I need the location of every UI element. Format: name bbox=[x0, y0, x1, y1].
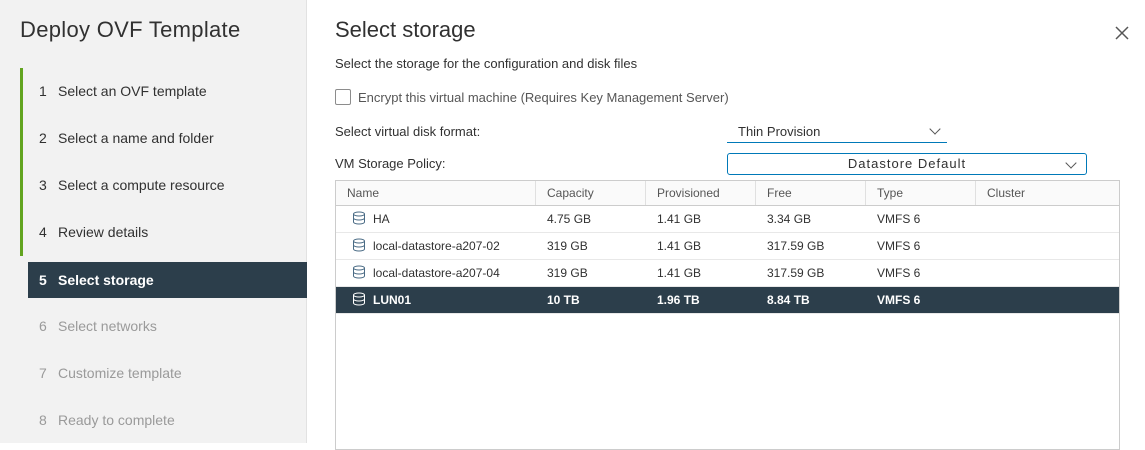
wizard-step-select-name-folder[interactable]: 2 Select a name and folder bbox=[20, 115, 307, 162]
datastore-grid: Name Capacity Provisioned Free Type Clus… bbox=[335, 180, 1120, 450]
cell-cluster bbox=[976, 206, 1121, 232]
step-number: 1 bbox=[39, 83, 47, 99]
step-label: Select a compute resource bbox=[58, 177, 225, 193]
cell-free: 3.34 GB bbox=[767, 212, 812, 226]
close-button[interactable] bbox=[1113, 24, 1131, 42]
step-number: 3 bbox=[39, 177, 47, 193]
cell-name: local-datastore-a207-02 bbox=[336, 233, 536, 259]
step-label: Review details bbox=[58, 224, 149, 240]
cell-name: LUN01 bbox=[336, 287, 536, 313]
cell-free: 8.84 TB bbox=[767, 293, 810, 307]
cell-type: VMFS 6 bbox=[877, 212, 921, 226]
cell-free: 317.59 GB bbox=[767, 266, 825, 280]
wizard-step-select-ovf-template[interactable]: 1 Select an OVF template bbox=[20, 68, 307, 115]
step-label: Select an OVF template bbox=[58, 83, 207, 99]
encrypt-vm-label: Encrypt this virtual machine (Requires K… bbox=[358, 90, 729, 105]
cell-capacity: 10 TB bbox=[547, 293, 580, 307]
datastore-icon bbox=[353, 265, 365, 279]
cell-provisioned: 1.41 GB bbox=[657, 239, 702, 253]
wizard-step-select-compute-resource[interactable]: 3 Select a compute resource bbox=[20, 162, 307, 209]
cell-name: HA bbox=[336, 206, 536, 232]
page-title: Select storage bbox=[335, 17, 476, 42]
step-number: 2 bbox=[39, 130, 47, 146]
cell-provisioned: 1.96 TB bbox=[657, 293, 700, 307]
encrypt-vm-checkbox[interactable] bbox=[335, 89, 351, 105]
cell-free: 317.59 GB bbox=[767, 239, 825, 253]
column-header-provisioned[interactable]: Provisioned bbox=[646, 181, 756, 205]
wizard-step-select-storage[interactable]: 5 Select storage bbox=[28, 262, 307, 298]
column-header-cluster[interactable]: Cluster bbox=[976, 181, 1121, 205]
step-label: Select storage bbox=[58, 272, 154, 288]
wizard-step-review-details[interactable]: 4 Review details bbox=[20, 209, 307, 256]
step-label: Customize template bbox=[58, 365, 182, 381]
datastore-name: local-datastore-a207-02 bbox=[373, 239, 500, 253]
step-number: 5 bbox=[39, 272, 47, 288]
step-number: 8 bbox=[39, 412, 47, 428]
table-row[interactable]: local-datastore-a207-04 319 GB 1.41 GB 3… bbox=[336, 260, 1119, 287]
cell-name: local-datastore-a207-04 bbox=[336, 260, 536, 286]
column-header-capacity[interactable]: Capacity bbox=[536, 181, 646, 205]
disk-format-select[interactable]: Thin Provision bbox=[727, 122, 947, 143]
wizard-sidebar: Deploy OVF Template 1 Select an OVF templ… bbox=[0, 0, 307, 443]
step-number: 7 bbox=[39, 365, 47, 381]
cell-cluster bbox=[976, 260, 1121, 286]
cell-cluster bbox=[976, 233, 1121, 259]
column-header-free[interactable]: Free bbox=[756, 181, 866, 205]
datastore-icon bbox=[353, 292, 365, 306]
step-number: 6 bbox=[39, 318, 47, 334]
cell-capacity: 319 GB bbox=[547, 239, 588, 253]
page-subtitle: Select the storage for the configuration… bbox=[335, 56, 638, 71]
chevron-down-icon bbox=[1065, 157, 1077, 169]
storage-policy-value: Datastore Default bbox=[847, 156, 967, 171]
main-panel: Select storage Select the storage for th… bbox=[307, 0, 1145, 450]
column-header-name[interactable]: Name bbox=[336, 181, 536, 205]
disk-format-value: Thin Provision bbox=[738, 124, 821, 139]
cell-type: VMFS 6 bbox=[877, 293, 921, 307]
wizard-title: Deploy OVF Template bbox=[20, 17, 241, 42]
cell-type: VMFS 6 bbox=[877, 239, 921, 253]
cell-capacity: 4.75 GB bbox=[547, 212, 592, 226]
cell-provisioned: 1.41 GB bbox=[657, 266, 702, 280]
wizard-step-select-networks: 6 Select networks bbox=[20, 303, 307, 350]
cell-cluster bbox=[976, 287, 1121, 313]
table-row[interactable]: local-datastore-a207-02 319 GB 1.41 GB 3… bbox=[336, 233, 1119, 260]
datastore-name: LUN01 bbox=[373, 293, 412, 307]
table-row-selected[interactable]: LUN01 10 TB 1.96 TB 8.84 TB VMFS 6 bbox=[336, 287, 1119, 314]
encrypt-vm-option: Encrypt this virtual machine (Requires K… bbox=[335, 89, 729, 105]
chevron-down-icon bbox=[929, 123, 941, 135]
datastore-name: local-datastore-a207-04 bbox=[373, 266, 500, 280]
wizard-step-customize-template: 7 Customize template bbox=[20, 350, 307, 397]
close-icon bbox=[1115, 26, 1129, 40]
table-row[interactable]: HA 4.75 GB 1.41 GB 3.34 GB VMFS 6 bbox=[336, 206, 1119, 233]
step-number: 4 bbox=[39, 224, 47, 240]
wizard-step-ready-to-complete: 8 Ready to complete bbox=[20, 397, 307, 444]
cell-type: VMFS 6 bbox=[877, 266, 921, 280]
datastore-icon bbox=[353, 238, 365, 252]
datastore-icon bbox=[353, 211, 365, 225]
step-label: Select networks bbox=[58, 318, 157, 334]
grid-header: Name Capacity Provisioned Free Type Clus… bbox=[336, 181, 1119, 206]
cell-capacity: 319 GB bbox=[547, 266, 588, 280]
column-header-type[interactable]: Type bbox=[866, 181, 976, 205]
storage-policy-select[interactable]: Datastore Default bbox=[727, 153, 1087, 175]
storage-policy-label: VM Storage Policy: bbox=[335, 156, 446, 171]
cell-provisioned: 1.41 GB bbox=[657, 212, 702, 226]
disk-format-label: Select virtual disk format: bbox=[335, 124, 481, 139]
step-label: Ready to complete bbox=[58, 412, 175, 428]
step-label: Select a name and folder bbox=[58, 130, 214, 146]
datastore-name: HA bbox=[373, 212, 390, 226]
